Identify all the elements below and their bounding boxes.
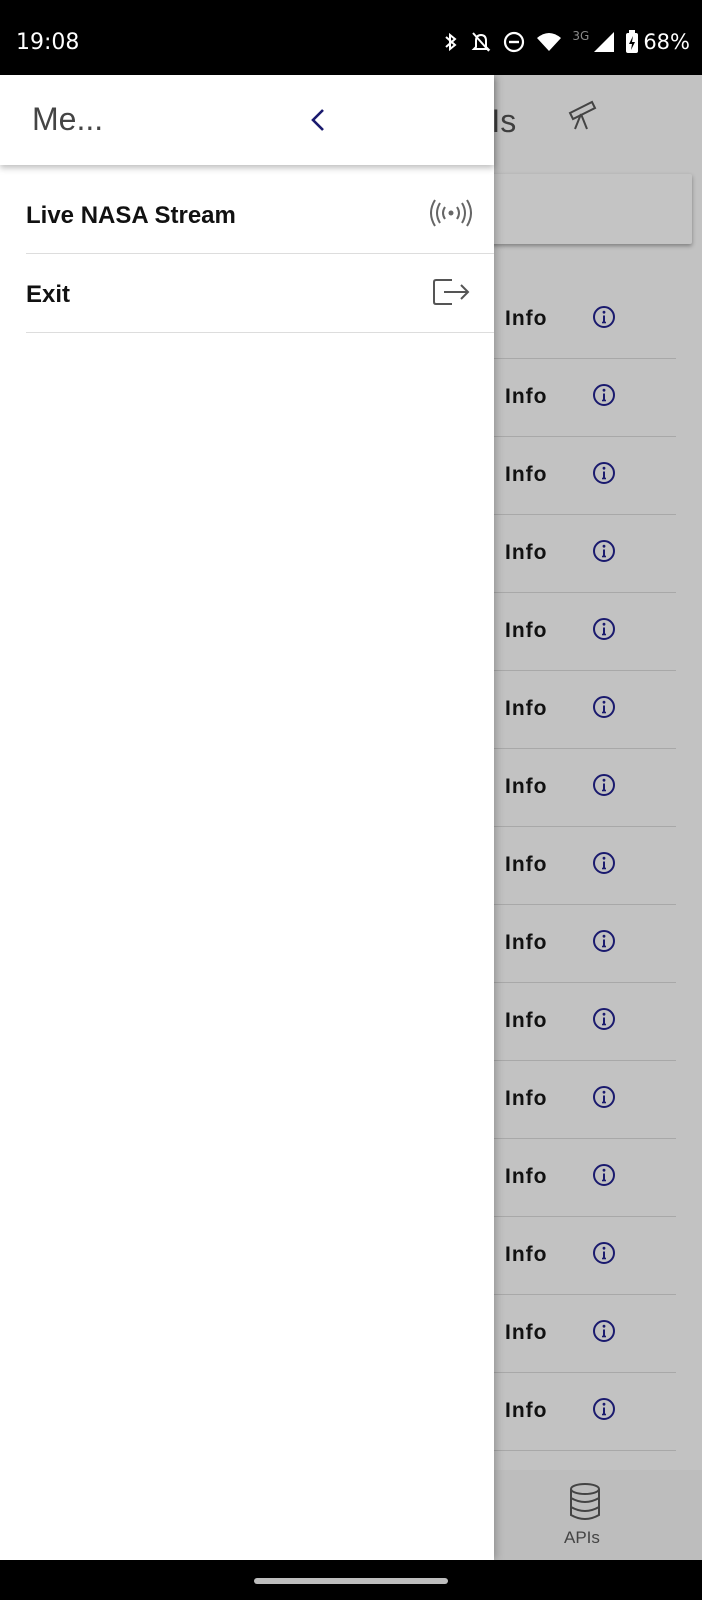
network-type-label: 3G xyxy=(572,29,590,43)
gesture-bar[interactable] xyxy=(254,1578,448,1584)
info-label: Info xyxy=(505,1321,548,1344)
search-card[interactable] xyxy=(480,174,692,244)
cellular-signal-icon xyxy=(594,32,615,52)
battery-percent: 68% xyxy=(643,30,690,54)
info-icon[interactable] xyxy=(592,851,616,880)
battery-charging-icon xyxy=(626,30,639,53)
info-icon[interactable] xyxy=(592,1163,616,1192)
info-icon[interactable] xyxy=(592,617,616,646)
info-label: Info xyxy=(505,1009,548,1032)
drawer-item-live-nasa-stream[interactable]: Live NASA Stream xyxy=(26,175,494,254)
info-label: Info xyxy=(505,1087,548,1110)
info-icon[interactable] xyxy=(592,461,616,490)
logout-icon xyxy=(432,276,472,313)
wifi-icon xyxy=(537,33,562,51)
info-icon[interactable] xyxy=(592,383,616,412)
chevron-left-icon[interactable] xyxy=(302,104,334,136)
info-icon[interactable] xyxy=(592,1319,616,1348)
info-label: Info xyxy=(505,697,548,720)
info-icon[interactable] xyxy=(592,695,616,724)
info-label: Info xyxy=(505,463,548,486)
info-label: Info xyxy=(505,619,548,642)
info-label: Info xyxy=(505,385,548,408)
info-icon[interactable] xyxy=(592,1085,616,1114)
navigation-drawer: Me... Live NASA Stream Exit xyxy=(0,75,494,1560)
info-icon[interactable] xyxy=(592,305,616,334)
bluetooth-icon xyxy=(445,32,457,52)
status-time: 19:08 xyxy=(16,30,80,55)
telescope-icon[interactable] xyxy=(566,97,602,138)
database-icon[interactable] xyxy=(568,1482,602,1527)
info-label: Info xyxy=(505,1165,548,1188)
do-not-disturb-icon xyxy=(504,31,525,53)
info-label: Info xyxy=(505,307,548,330)
broadcast-icon xyxy=(430,197,472,234)
info-icon[interactable] xyxy=(592,1241,616,1270)
nav-label-apis[interactable]: APIs xyxy=(564,1528,600,1548)
info-icon[interactable] xyxy=(592,773,616,802)
drawer-item-label: Live NASA Stream xyxy=(26,202,236,229)
info-icon[interactable] xyxy=(592,929,616,958)
info-icon[interactable] xyxy=(592,539,616,568)
gesture-bar-area xyxy=(0,1560,702,1600)
drawer-title: Me... xyxy=(32,101,104,137)
info-label: Info xyxy=(505,1243,548,1266)
info-label: Info xyxy=(505,775,548,798)
info-label: Info xyxy=(505,1399,548,1422)
notifications-off-icon xyxy=(471,32,491,52)
drawer-item-exit[interactable]: Exit xyxy=(26,254,494,333)
status-icons: 3G 68% xyxy=(442,28,690,56)
info-label: Info xyxy=(505,541,548,564)
info-icon[interactable] xyxy=(592,1007,616,1036)
info-label: Info xyxy=(505,931,548,954)
drawer-item-label: Exit xyxy=(26,281,71,308)
status-bar: 19:08 3G 68% xyxy=(0,0,702,75)
drawer-header: Me... xyxy=(0,75,494,165)
info-icon[interactable] xyxy=(592,1397,616,1426)
info-label: Info xyxy=(505,853,548,876)
